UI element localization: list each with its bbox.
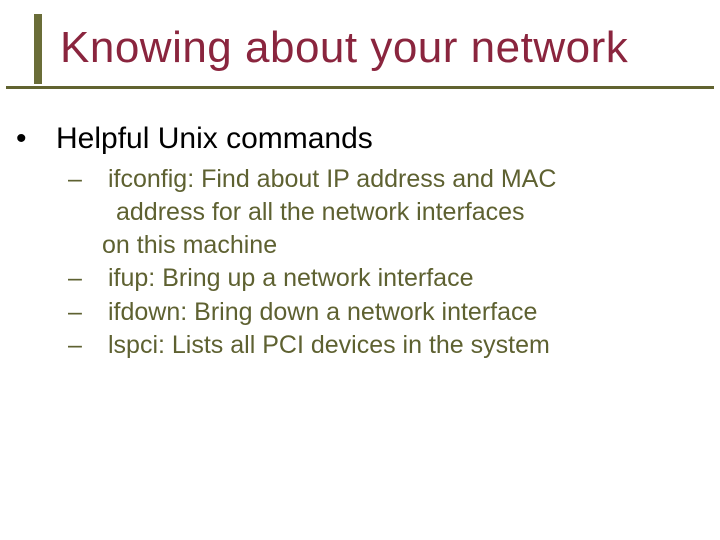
level2-text: ifup: Bring up a network interface (108, 264, 473, 292)
level2-text: lspci: Lists all PCI devices in the syst… (108, 331, 550, 359)
bullet-level2: –ifconfig: Find about IP address and MAC (36, 164, 684, 195)
level2-cont: address for all the network interfaces (36, 197, 684, 228)
slide-title: Knowing about your network (60, 24, 700, 72)
level2-text: ifconfig: Find about IP address and MAC (108, 165, 556, 193)
bullet-level1: •Helpful Unix commands (36, 120, 684, 158)
slide-body: •Helpful Unix commands –ifconfig: Find a… (36, 120, 684, 363)
dash-glyph: – (88, 330, 108, 361)
bullet-level2: –lspci: Lists all PCI devices in the sys… (36, 330, 684, 361)
title-underline (6, 86, 714, 89)
dash-glyph: – (88, 263, 108, 294)
bullet-level2: –ifup: Bring up a network interface (36, 263, 684, 294)
title-wrap: Knowing about your network (60, 24, 700, 72)
dash-glyph: – (88, 297, 108, 328)
bullet-level2: –ifdown: Bring down a network interface (36, 297, 684, 328)
dash-glyph: – (88, 164, 108, 195)
level2-cont: on this machine (36, 230, 684, 261)
level2-text: ifdown: Bring down a network interface (108, 298, 537, 326)
slide: Knowing about your network •Helpful Unix… (0, 0, 720, 540)
accent-bar (34, 14, 42, 84)
bullet-glyph: • (36, 120, 56, 158)
level1-text: Helpful Unix commands (56, 122, 373, 155)
